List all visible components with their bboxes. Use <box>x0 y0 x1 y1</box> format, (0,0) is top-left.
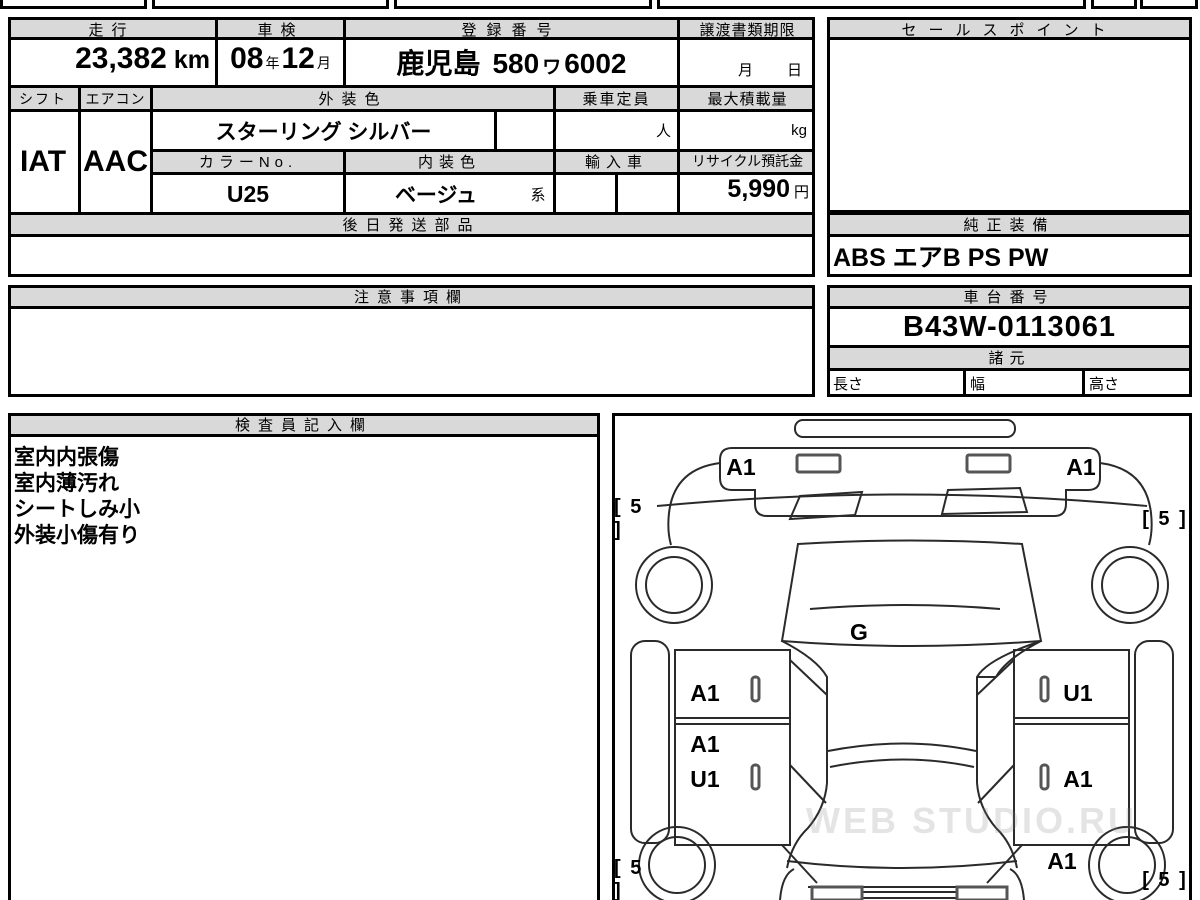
cutoff-row-cell <box>394 0 652 9</box>
aircon-value: AAC <box>83 145 148 178</box>
spec-width-label: 幅 <box>970 375 986 393</box>
transfer-docs-header: 譲渡書類期限 <box>699 21 796 39</box>
cutoff-row-cell <box>657 0 1086 9</box>
interior-color-suffix: 系 <box>530 186 546 204</box>
interior-color-header: 内装色 <box>417 153 481 171</box>
spec-height-label: 高さ <box>1089 375 1120 393</box>
aircon-header: エアコン <box>85 90 146 107</box>
genuine-equipment-header: 純正装備 <box>963 216 1056 234</box>
tire-mark-rear-right: [ 5 ] <box>1142 868 1188 891</box>
capacity-unit: 人 <box>655 123 671 140</box>
later-parts-header: 後日発送部品 <box>342 216 481 234</box>
mark-glass: G <box>850 618 868 645</box>
auction-sheet: 走行 車検 登録番号 譲渡書類期限 セールスポイント シフト エアコン 外装色 … <box>0 0 1200 900</box>
max-load-unit: kg <box>791 122 807 139</box>
mark-left-rear-door-lower: U1 <box>690 765 720 792</box>
shift-value: IAT <box>19 145 67 178</box>
color-no-header: カラーNo. <box>198 153 298 171</box>
capacity-header: 乗車定員 <box>582 91 651 108</box>
shaken-header: 車検 <box>257 21 304 39</box>
mark-left-front-door: A1 <box>690 679 720 706</box>
watermark: WEB STUDIO.RU <box>806 800 1137 841</box>
cutoff-row-cell <box>1091 0 1137 9</box>
spec-length-label: 長さ <box>833 375 864 393</box>
recycle-fee-header: リサイクル預託金 <box>691 153 804 169</box>
imported-header: 輸入車 <box>584 153 648 171</box>
inspector-header: 検査員記入欄 <box>234 417 373 434</box>
sales-point-header: セールスポイント <box>901 21 1118 39</box>
color-no-value: U25 <box>226 180 270 207</box>
mark-left-rear-door-upper: A1 <box>690 730 720 757</box>
shift-header: シフト <box>19 90 67 107</box>
tire-mark-rear-left: [ 5 ] <box>614 857 644 900</box>
sales-point-box <box>827 17 1192 213</box>
mark-right-rear-door: A1 <box>1063 765 1093 792</box>
max-load-header: 最大積載量 <box>707 91 788 108</box>
inspector-note: 外装小傷有り <box>14 524 140 547</box>
cutoff-row-cell <box>0 0 147 9</box>
registration-header: 登録番号 <box>461 21 562 39</box>
recycle-fee-value: 5,990 円 <box>727 175 809 203</box>
tire-mark-front-left: [ 5 ] <box>614 496 644 541</box>
shaken-value: 08 年 12 月 <box>230 42 331 75</box>
mark-right-rear-quarter: A1 <box>1047 847 1077 874</box>
genuine-equipment-value: ABS エアB PS PW <box>833 244 1049 272</box>
mark-front-bumper-right: A1 <box>1066 453 1096 480</box>
specs-header: 諸元 <box>988 350 1031 367</box>
exterior-color-header: 外装色 <box>318 91 388 108</box>
cutoff-row-cell <box>1140 0 1198 9</box>
tire-mark-front-right: [ 5 ] <box>1142 507 1188 530</box>
mileage-header: 走行 <box>88 21 135 39</box>
transfer-docs-value: 月 日 <box>737 61 802 79</box>
mileage-unit: km <box>173 46 210 74</box>
cautions-header: 注意事項欄 <box>353 289 469 306</box>
mark-front-bumper-left: A1 <box>726 453 756 480</box>
chassis-header: 車台番号 <box>963 289 1056 306</box>
chassis-value: B43W-0113061 <box>903 310 1116 343</box>
exterior-color-value: スターリング シルバー <box>215 120 432 144</box>
mark-right-front-door: U1 <box>1063 679 1093 706</box>
interior-color-value: ベージュ <box>394 184 478 207</box>
cutoff-row-cell <box>152 0 389 9</box>
mileage-value: 23,382 km <box>75 42 210 75</box>
registration-value: 鹿児島 580 ワ 6002 <box>396 48 627 79</box>
